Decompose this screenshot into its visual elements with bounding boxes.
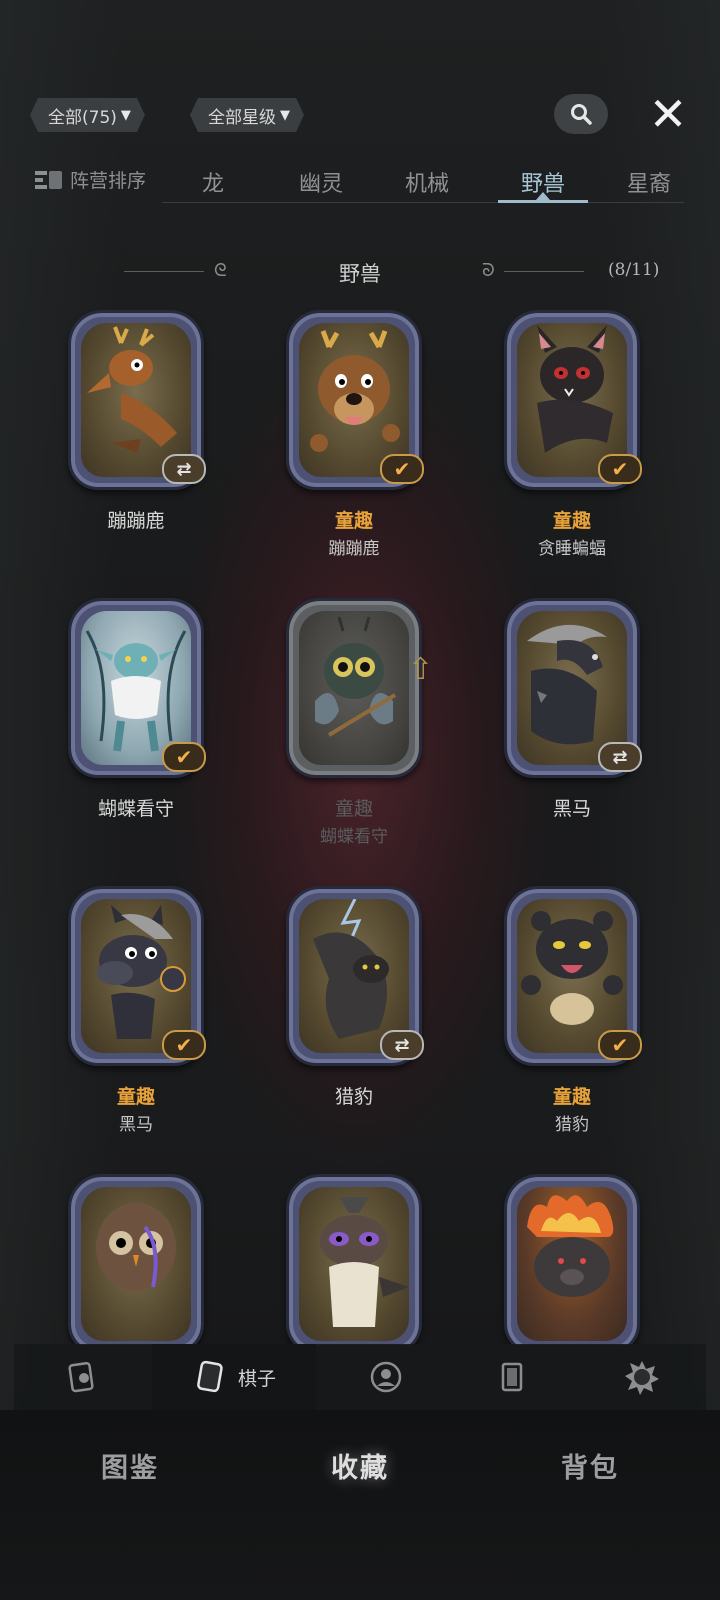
tab-divider [162, 202, 684, 203]
card-item[interactable]: ✔ 童趣 黑马 [58, 876, 218, 1166]
bottom-nav [0, 1410, 720, 1600]
card-item[interactable] [276, 1164, 436, 1345]
card-name: 猎豹 [334, 1086, 373, 1108]
swirl-ornament-icon: ᘐ [482, 260, 495, 281]
subnav-cards[interactable] [44, 1344, 120, 1410]
card-name: 黑马 [552, 798, 591, 820]
subnav-pieces[interactable]: 棋子 [152, 1344, 316, 1410]
faction-tabs: 阵营排序 龙 幽灵 机械 野兽 星裔 [0, 160, 720, 206]
category-subnav: 棋子 [14, 1344, 706, 1410]
butterfly-guardian-portrait-icon [315, 616, 397, 737]
card-item[interactable] [494, 1164, 654, 1345]
card-item[interactable]: ✔ 蝴蝶看守 [58, 588, 218, 878]
check-badge: ✔ [162, 1030, 206, 1060]
tab-dragon[interactable]: 龙 [168, 166, 258, 198]
check-badge: ✔ [162, 742, 206, 772]
card-name: 贪睡蝙蝠 [538, 539, 606, 559]
card-item[interactable]: ✔ 童趣 贪睡蝙蝠 [494, 300, 654, 590]
card-item[interactable]: ✔ 童趣 蹦蹦鹿 [276, 300, 436, 590]
card-skin-tag: 童趣 [334, 510, 373, 532]
swap-badge: ⇄ [598, 742, 642, 772]
tab-mech[interactable]: 机械 [382, 166, 472, 198]
bottom-nav-backpack[interactable]: 背包 [530, 1446, 650, 1485]
faction-sort-label: 阵营排序 [70, 170, 147, 192]
card-item[interactable]: ⇄ 黑马 [494, 588, 654, 878]
card-frame [504, 1174, 640, 1345]
card-skin-tag: 童趣 [552, 510, 591, 532]
board-emblem-icon [625, 1361, 659, 1395]
check-badge: ✔ [598, 1030, 642, 1060]
subnav-card-back[interactable] [474, 1344, 550, 1410]
card-item[interactable]: ⇄ 蹦蹦鹿 [58, 300, 218, 590]
upgrade-arrow-icon: ⇧ [408, 652, 434, 687]
close-button[interactable]: ✕ [644, 90, 692, 138]
card-item[interactable]: ✔ 童趣 猎豹 [494, 876, 654, 1166]
card-name: 猎豹 [555, 1115, 589, 1135]
filter-star-dropdown[interactable]: 全部星级 ▼ [190, 98, 304, 132]
owl-portrait-icon [320, 1197, 409, 1327]
active-tab-underline [498, 200, 588, 203]
sort-icon [35, 170, 62, 189]
card-frame-locked [286, 598, 422, 778]
card-name: 蹦蹦鹿 [107, 510, 165, 532]
chevron-down-icon: ▼ [120, 107, 131, 123]
card-frame [286, 1174, 422, 1345]
card-item[interactable]: ⇧ 童趣 蝴蝶看守 [276, 588, 436, 878]
card-art [299, 1187, 409, 1341]
card-name: 蹦蹦鹿 [328, 539, 380, 559]
card-skin-tag: 童趣 [552, 1086, 591, 1108]
card-ghost-icon [68, 1362, 94, 1393]
card-name: 蝴蝶看守 [320, 827, 388, 847]
swap-badge: ⇄ [162, 454, 206, 484]
card-art [299, 611, 409, 765]
card-art [517, 1187, 627, 1341]
section-count: (8/11) [608, 260, 660, 280]
card-grid: ⇄ 蹦蹦鹿 ✔ 童趣 蹦蹦鹿 ✔ 童趣 贪睡蝙蝠 ✔ 蝴蝶看守 ⇧ 童趣 蝴蝶看… [0, 300, 720, 1345]
card-back-icon [501, 1362, 523, 1392]
card-frame [68, 1174, 204, 1345]
subnav-pieces-label: 棋子 [237, 1367, 276, 1390]
card-skin-tag: 童趣 [116, 1086, 155, 1108]
chevron-down-icon: ▼ [280, 107, 290, 123]
hero-portrait-icon [370, 1361, 402, 1393]
fire-boar-portrait-icon [527, 1195, 614, 1297]
card-name: 黑马 [119, 1115, 153, 1135]
section-header: ᘓ 野兽 ᘐ (8/11) [0, 256, 720, 286]
piece-card-icon [197, 1360, 223, 1393]
card-item[interactable] [58, 1164, 218, 1345]
search-icon [571, 104, 592, 125]
section-title: 野兽 [339, 262, 381, 286]
card-art [81, 1187, 191, 1341]
subnav-board[interactable] [604, 1344, 680, 1410]
section-line-left [124, 271, 204, 272]
subnav-portrait[interactable] [348, 1344, 424, 1410]
card-skin-tag: 童趣 [334, 798, 373, 820]
filter-star-label: 全部星级 [208, 107, 276, 128]
filter-all-dropdown[interactable]: 全部(75) ▼ [30, 98, 145, 132]
filter-all-label: 全部(75) [48, 107, 117, 128]
active-tab-caret [536, 192, 550, 200]
search-button[interactable] [554, 94, 608, 134]
swap-badge: ⇄ [380, 1030, 424, 1060]
close-icon: ✕ [648, 87, 688, 141]
tab-ghost[interactable]: 幽灵 [276, 166, 366, 198]
section-line-right [504, 271, 584, 272]
check-badge: ✔ [598, 454, 642, 484]
bottom-nav-codex[interactable]: 图鉴 [70, 1446, 190, 1485]
check-badge: ✔ [380, 454, 424, 484]
swirl-ornament-icon: ᘓ [214, 260, 227, 281]
card-name: 蝴蝶看守 [97, 798, 174, 820]
card-item[interactable]: ⇄ 猎豹 [276, 876, 436, 1166]
faction-sort-button[interactable]: 阵营排序 [34, 166, 146, 193]
tab-star[interactable]: 星裔 [604, 166, 694, 198]
bottom-nav-collection[interactable]: 收藏 [300, 1446, 420, 1485]
owl-portrait-icon [96, 1203, 176, 1291]
